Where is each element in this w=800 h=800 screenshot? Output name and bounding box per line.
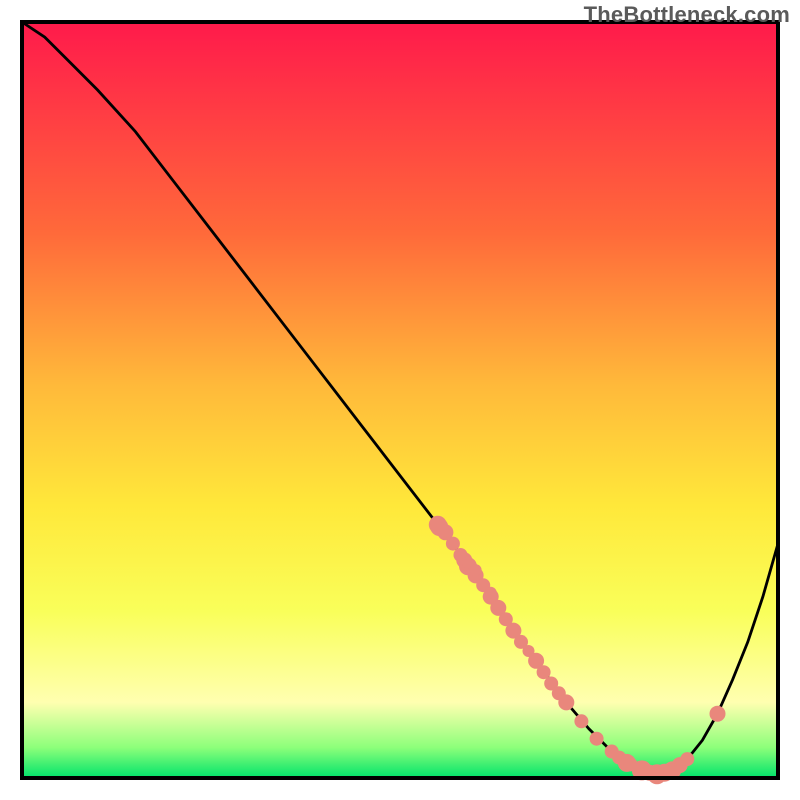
- data-point: [470, 564, 482, 576]
- data-point: [574, 714, 588, 728]
- bottleneck-chart: [0, 0, 800, 800]
- gradient-background: [22, 22, 778, 778]
- data-point: [558, 694, 574, 710]
- data-point: [710, 706, 726, 722]
- data-point: [680, 752, 694, 766]
- data-point: [446, 537, 460, 551]
- data-point: [485, 587, 497, 599]
- data-point: [590, 732, 604, 746]
- attribution-label: TheBottleneck.com: [584, 2, 790, 28]
